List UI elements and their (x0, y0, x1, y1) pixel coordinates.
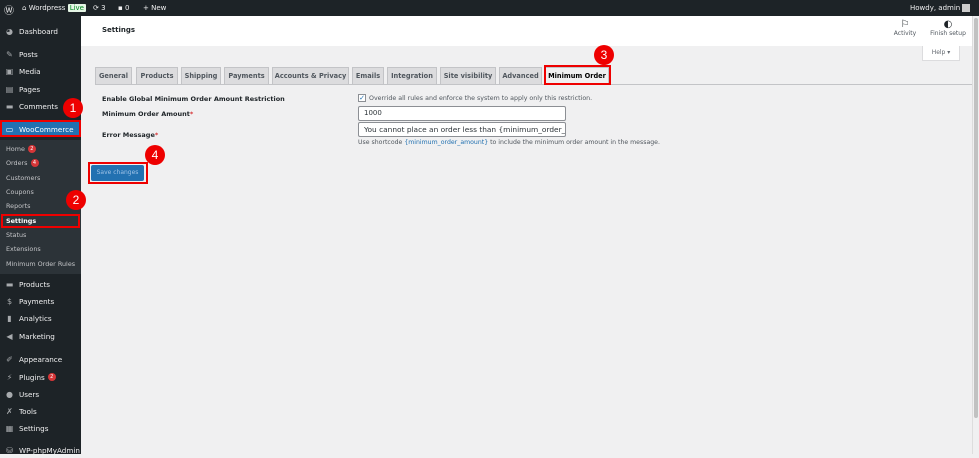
half-circle-icon: ◐ (943, 19, 953, 30)
sidebar-item-tools[interactable]: ✗ Tools (0, 403, 81, 419)
sidebar-item-plugins[interactable]: ⚡ Plugins 2 (0, 369, 81, 385)
user-icon: ● (6, 389, 13, 399)
submenu-orders[interactable]: Orders 4 (0, 156, 81, 170)
wrench-icon: ✗ (6, 406, 13, 416)
help-tab-button[interactable]: Help ▾ (922, 46, 960, 61)
sidebar-item-media[interactable]: ▣ Media (0, 63, 81, 79)
enable-restriction-description: Override all rules and enforce the syste… (369, 94, 593, 102)
tab-site-visibility[interactable]: Site visibility (440, 67, 496, 85)
tab-accounts-privacy[interactable]: Accounts & Privacy (272, 67, 349, 85)
analytics-icon: ▮ (7, 313, 12, 323)
page-header: Settings ⚐ Activity ◐ Finish setup (81, 16, 972, 46)
payments-icon: $ (6, 296, 13, 306)
submenu-minimum-order-rules[interactable]: Minimum Order Rules (0, 257, 81, 271)
tab-advanced[interactable]: Advanced (499, 67, 542, 85)
sidebar-item-settings[interactable]: ▦ Settings (0, 420, 81, 436)
sidebar-item-dashboard[interactable]: ◕ Dashboard (0, 23, 81, 39)
comment-icon: ▬ (5, 101, 14, 111)
home-icon: ⌂ (22, 4, 27, 12)
sidebar-item-analytics[interactable]: ▮ Analytics (0, 310, 81, 326)
annotation-number-2: 2 (66, 190, 86, 210)
sidebar-item-posts[interactable]: ✎ Posts (0, 46, 81, 62)
products-icon: ▬ (5, 279, 14, 289)
tab-integration[interactable]: Integration (387, 67, 437, 85)
new-link[interactable]: + New (143, 4, 166, 12)
tab-general[interactable]: General (95, 67, 132, 85)
site-link[interactable]: ⌂ Wordpress Live (22, 4, 86, 12)
annotation-box-1 (0, 120, 81, 137)
pin-icon: ✎ (6, 49, 13, 59)
sidebar-item-payments[interactable]: $ Payments (0, 293, 81, 309)
brush-icon: ✐ (6, 354, 13, 364)
error-message-input[interactable]: You cannot place an order less than {min… (358, 122, 566, 137)
minimum-order-amount-input[interactable]: 1000 (358, 106, 566, 121)
page-title: Settings (102, 26, 136, 34)
admin-bar: Ⓦ ⌂ Wordpress Live ⟳ 3 ▪ 0 + New Howdy, … (0, 0, 979, 17)
live-badge: Live (67, 4, 86, 12)
finish-setup-button[interactable]: ◐ Finish setup (928, 19, 968, 37)
activity-button[interactable]: ⚐ Activity (893, 19, 917, 37)
media-icon: ▣ (5, 66, 14, 76)
comments-link[interactable]: ▪ 0 (118, 4, 129, 12)
avatar (962, 4, 971, 12)
megaphone-icon: ◀ (6, 331, 13, 341)
scrollbar[interactable] (972, 16, 979, 454)
submenu-customers[interactable]: Customers (0, 171, 81, 185)
submenu-home[interactable]: Home 2 (0, 142, 81, 156)
annotation-box-2 (1, 214, 80, 228)
enable-restriction-label: Enable Global Minimum Order Amount Restr… (102, 95, 285, 103)
dashboard-icon: ◕ (6, 26, 13, 36)
annotation-number-1: 1 (63, 98, 83, 118)
annotation-number-4: 4 (145, 145, 165, 165)
sidebar-item-wp-phpmyadmin[interactable]: ⛁ WP-phpMyAdmin (0, 442, 81, 458)
sidebar-item-users[interactable]: ● Users (0, 386, 81, 402)
tab-emails[interactable]: Emails (352, 67, 384, 85)
howdy-link[interactable]: Howdy, admin (910, 4, 971, 12)
wordpress-logo-icon[interactable]: Ⓦ (4, 2, 14, 17)
settings-icon: ▦ (5, 423, 14, 433)
database-icon: ⛁ (6, 445, 13, 455)
updates-link[interactable]: ⟳ 3 (93, 4, 106, 12)
flag-icon: ⚐ (900, 19, 910, 30)
annotation-box-3 (544, 65, 611, 85)
sidebar-item-pages[interactable]: ▤ Pages (0, 81, 81, 97)
annotation-number-3: 3 (594, 45, 614, 65)
shortcode-help-text: Use shortcode {minimum_order_amount} to … (358, 139, 660, 146)
enable-restriction-checkbox[interactable]: ✓ (358, 94, 366, 102)
error-message-label: Error Message* (102, 131, 159, 139)
pages-icon: ▤ (5, 84, 14, 94)
tab-shipping[interactable]: Shipping (181, 67, 221, 85)
minimum-order-amount-label: Minimum Order Amount* (102, 110, 194, 118)
shortcode-code: {minimum_order_amount} (404, 139, 489, 146)
tab-payments[interactable]: Payments (224, 67, 269, 85)
tab-products[interactable]: Products (136, 67, 178, 85)
admin-sidebar: ◕ Dashboard ✎ Posts ▣ Media ▤ Pages ▬ Comment… (0, 16, 81, 455)
annotation-box-4 (88, 162, 148, 184)
sidebar-item-appearance[interactable]: ✐ Appearance (0, 351, 81, 367)
sidebar-item-products[interactable]: ▬ Products (0, 276, 81, 292)
sidebar-item-marketing[interactable]: ◀ Marketing (0, 328, 81, 344)
submenu-extensions[interactable]: Extensions (0, 242, 81, 256)
plugin-icon: ⚡ (6, 372, 13, 382)
submenu-status[interactable]: Status (0, 228, 81, 242)
